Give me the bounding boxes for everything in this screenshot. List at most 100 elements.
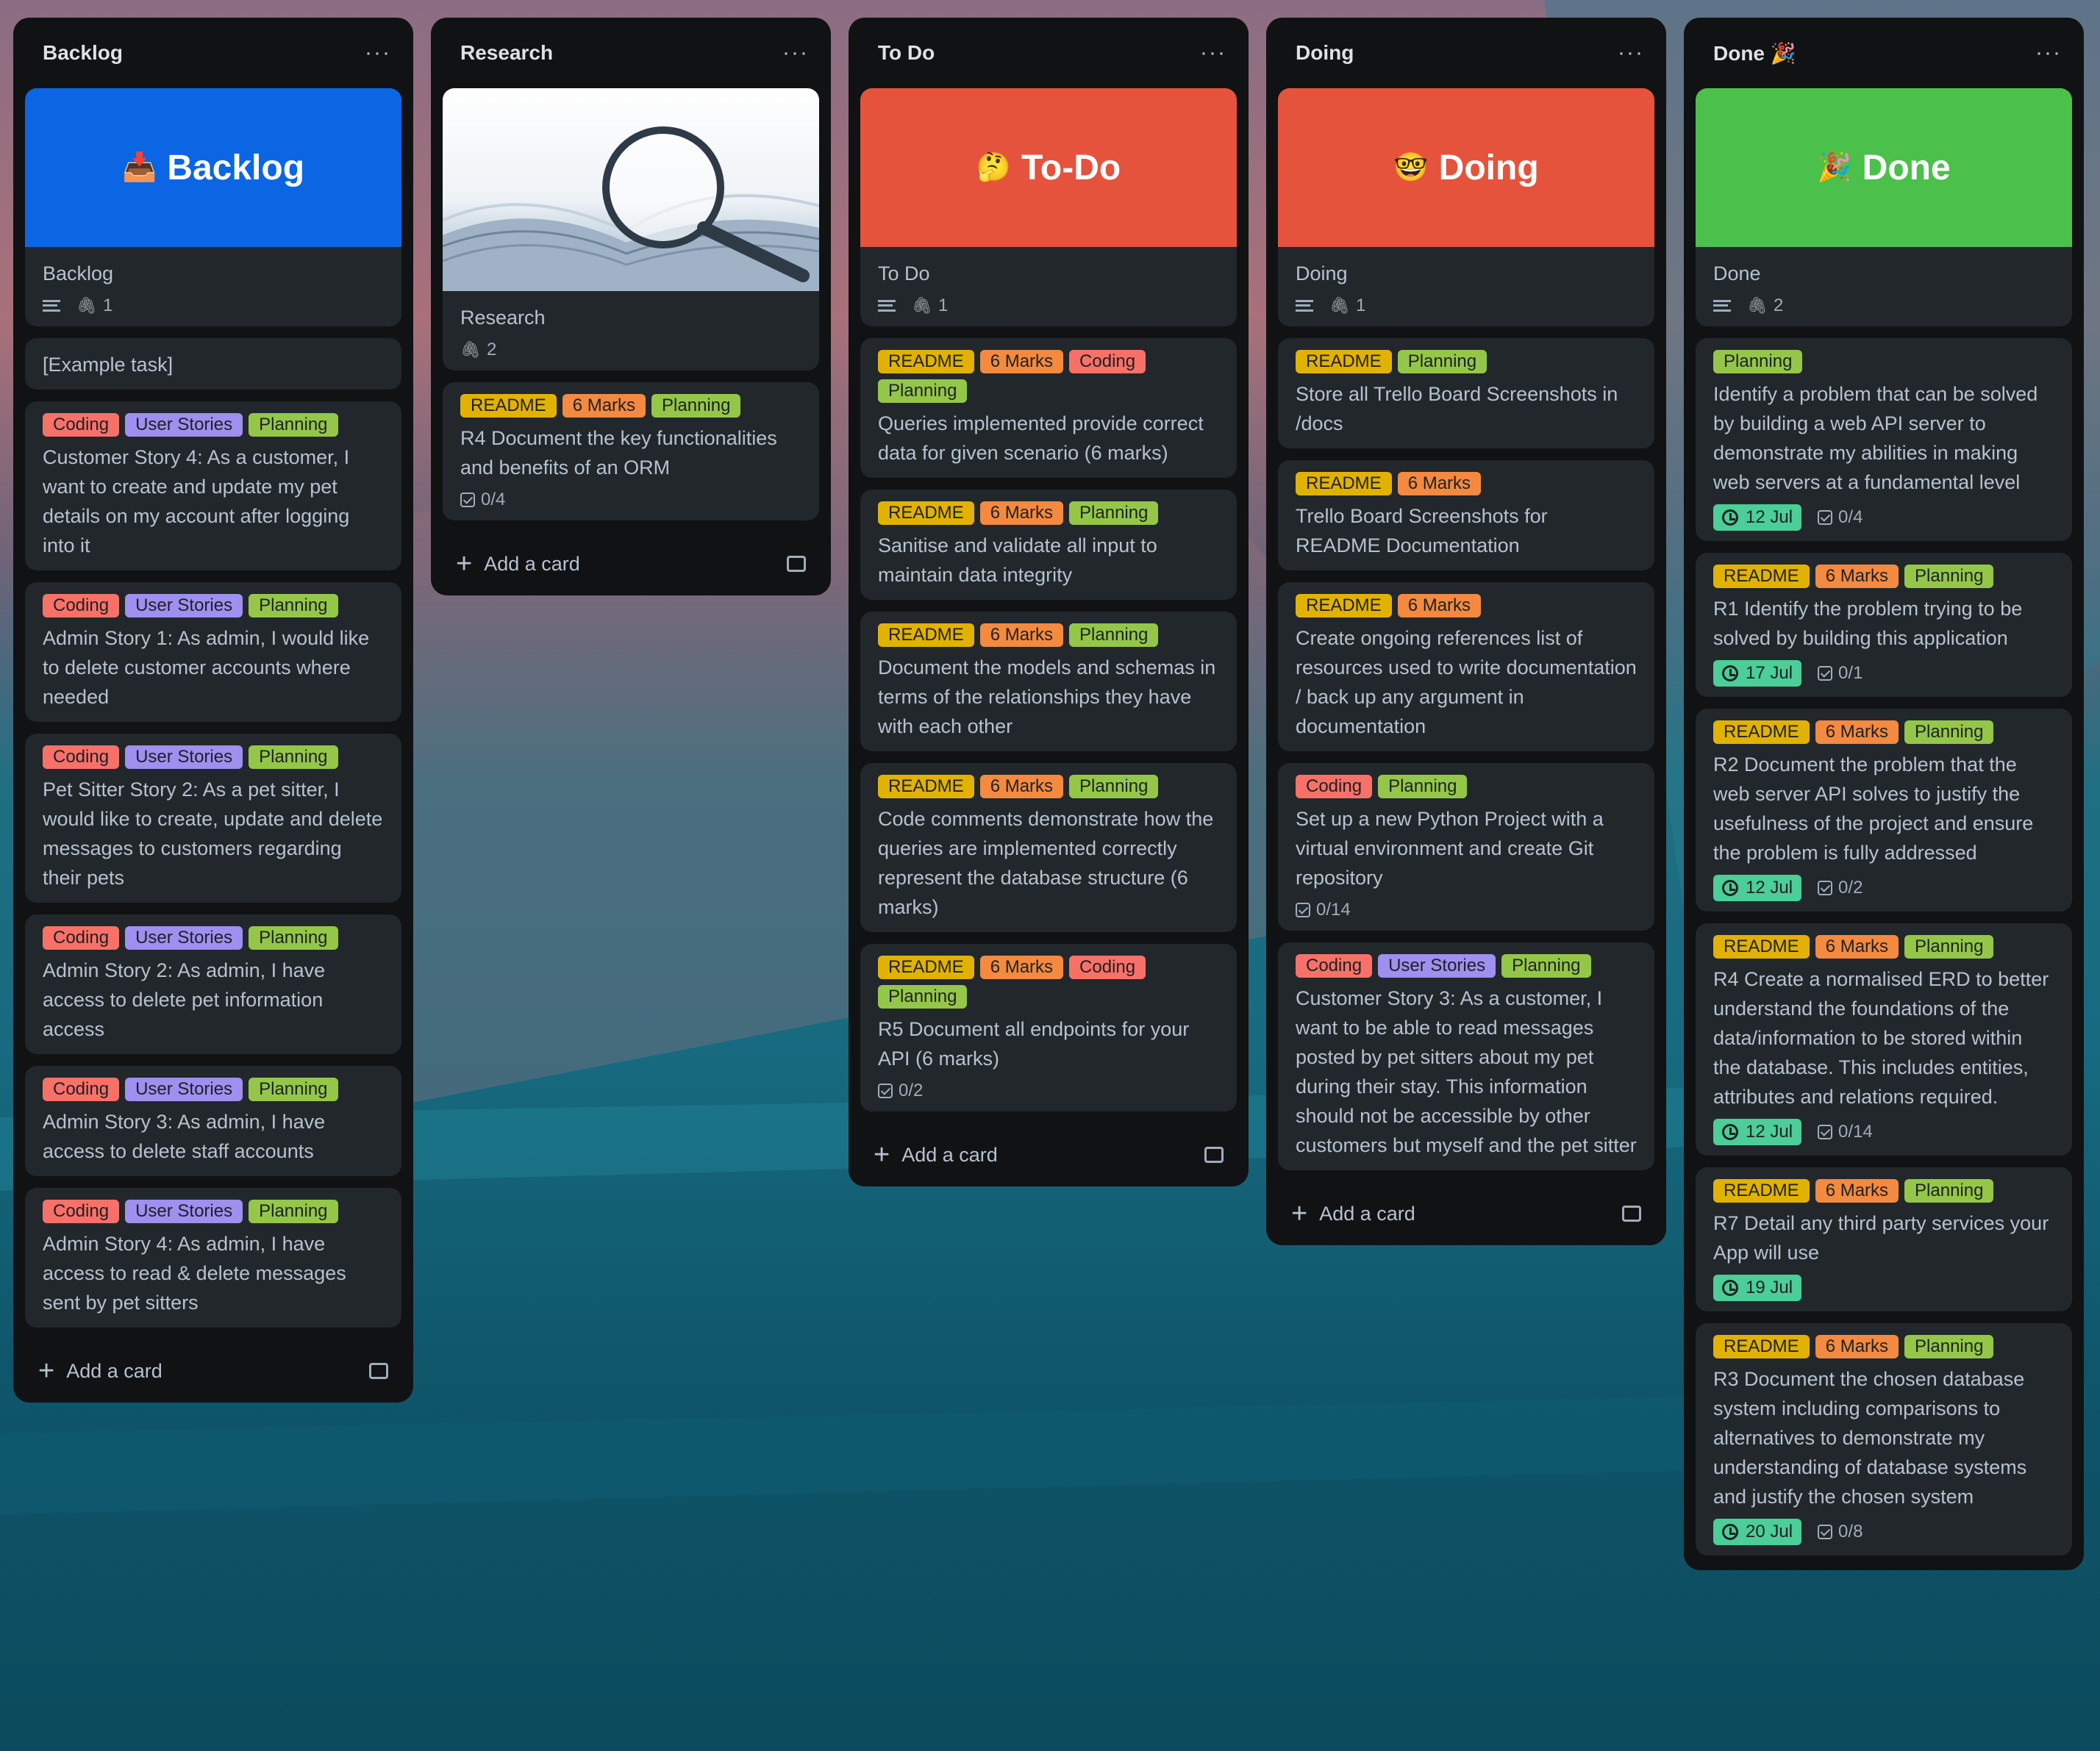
label-readme[interactable]: README — [878, 350, 974, 373]
label-planning[interactable]: Planning — [1378, 775, 1468, 798]
task-card[interactable]: [Example task] — [25, 338, 401, 390]
due-date-badge[interactable]: 12 Jul — [1713, 875, 1802, 901]
label-6-marks[interactable]: 6 Marks — [1397, 472, 1482, 495]
due-date-badge[interactable]: 12 Jul — [1713, 1119, 1802, 1145]
label-readme[interactable]: README — [1296, 350, 1392, 373]
task-card[interactable]: README 6 Marks Planning Sanitise and valida… — [860, 490, 1237, 600]
label-planning[interactable]: Planning — [249, 1200, 338, 1223]
research-card[interactable]: Research 🖇 2 — [443, 88, 819, 370]
label-planning[interactable]: Planning — [249, 594, 338, 617]
label-coding[interactable]: Coding — [43, 1078, 120, 1101]
create-from-template-icon[interactable] — [369, 1363, 388, 1379]
add-card-button[interactable]: + Add a card — [1291, 1200, 1415, 1228]
list-title[interactable]: Research — [460, 41, 553, 65]
task-card[interactable]: README 6 Marks Trello Board Screenshots fo… — [1278, 460, 1654, 570]
task-card[interactable]: Planning Identify a problem that can be s… — [1696, 338, 2072, 541]
list-title[interactable]: Done 🎉 — [1713, 41, 1796, 65]
task-card[interactable]: README 6 Marks Planning R3 Document the cho… — [1696, 1323, 2072, 1555]
label-6-marks[interactable]: 6 Marks — [979, 350, 1064, 373]
label-planning[interactable]: Planning — [249, 745, 338, 769]
label-user-stories[interactable]: User Stories — [125, 926, 243, 950]
label-6-marks[interactable]: 6 Marks — [562, 394, 646, 418]
label-planning[interactable]: Planning — [249, 413, 338, 437]
due-date-badge[interactable]: 19 Jul — [1713, 1275, 1802, 1301]
label-coding[interactable]: Coding — [1069, 956, 1146, 979]
task-card[interactable]: README 6 Marks Coding Planning Queries imple… — [860, 338, 1237, 478]
task-card[interactable]: Coding User Stories Planning Admin Story 4:… — [25, 1188, 401, 1328]
cover-card[interactable]: 🎉 Done Done 🖇 2 — [1696, 88, 2072, 326]
label-coding[interactable]: Coding — [1296, 775, 1373, 798]
task-card[interactable]: Coding User Stories Planning Admin Story 3:… — [25, 1066, 401, 1176]
create-from-template-icon[interactable] — [1204, 1147, 1224, 1163]
due-date-badge[interactable]: 12 Jul — [1713, 504, 1802, 531]
label-coding[interactable]: Coding — [1296, 954, 1373, 978]
add-card-button[interactable]: + Add a card — [874, 1141, 998, 1169]
label-planning[interactable]: Planning — [1069, 775, 1159, 798]
label-6-marks[interactable]: 6 Marks — [1397, 594, 1482, 617]
task-card[interactable]: README Planning Store all Trello Board Scr… — [1278, 338, 1654, 448]
label-coding[interactable]: Coding — [43, 594, 120, 617]
cover-card[interactable]: 🤔 To-Do To Do 🖇 1 — [860, 88, 1237, 326]
cover-card[interactable]: 📥 Backlog Backlog 🖇 1 — [25, 88, 401, 326]
label-6-marks[interactable]: 6 Marks — [1815, 720, 1899, 744]
label-readme[interactable]: README — [878, 623, 974, 647]
task-card[interactable]: README 6 Marks Coding Planning R5 Document a… — [860, 944, 1237, 1111]
task-card[interactable]: Coding User Stories Planning Admin Story 1:… — [25, 582, 401, 722]
list-menu-icon[interactable]: ··· — [365, 42, 391, 64]
label-coding[interactable]: Coding — [43, 745, 120, 769]
label-6-marks[interactable]: 6 Marks — [1815, 1179, 1899, 1203]
due-date-badge[interactable]: 20 Jul — [1713, 1519, 1802, 1545]
add-card-button[interactable]: + Add a card — [38, 1357, 162, 1385]
label-readme[interactable]: README — [878, 956, 974, 979]
label-readme[interactable]: README — [878, 775, 974, 798]
label-coding[interactable]: Coding — [43, 926, 120, 950]
label-coding[interactable]: Coding — [1069, 350, 1146, 373]
label-readme[interactable]: README — [1713, 935, 1810, 959]
task-card[interactable]: README 6 Marks Create ongoing references l… — [1278, 582, 1654, 751]
label-readme[interactable]: README — [460, 394, 557, 418]
label-planning[interactable]: Planning — [249, 1078, 338, 1101]
label-planning[interactable]: Planning — [1904, 935, 1994, 959]
label-6-marks[interactable]: 6 Marks — [1815, 1335, 1899, 1358]
label-user-stories[interactable]: User Stories — [125, 594, 243, 617]
label-user-stories[interactable]: User Stories — [125, 413, 243, 437]
task-card[interactable]: README 6 Marks Planning Document the models… — [860, 612, 1237, 751]
label-planning[interactable]: Planning — [1904, 1179, 1994, 1203]
label-user-stories[interactable]: User Stories — [125, 1078, 243, 1101]
label-readme[interactable]: README — [878, 501, 974, 525]
task-card[interactable]: README 6 Marks Planning R4 Create a normali… — [1696, 923, 2072, 1156]
label-readme[interactable]: README — [1296, 472, 1392, 495]
list-menu-icon[interactable]: ··· — [2035, 42, 2062, 64]
list-title[interactable]: Backlog — [43, 41, 123, 65]
task-card[interactable]: Coding Planning Set up a new Python Projec… — [1278, 763, 1654, 931]
label-user-stories[interactable]: User Stories — [125, 1200, 243, 1223]
label-planning[interactable]: Planning — [249, 926, 338, 950]
task-card[interactable]: README 6 Marks Planning R4 Document the key… — [443, 382, 819, 520]
task-card[interactable]: Coding User Stories Planning Admin Story 2:… — [25, 914, 401, 1054]
create-from-template-icon[interactable] — [1622, 1206, 1641, 1222]
label-planning[interactable]: Planning — [1501, 954, 1591, 978]
label-planning[interactable]: Planning — [1069, 623, 1159, 647]
label-planning[interactable]: Planning — [651, 394, 741, 418]
label-6-marks[interactable]: 6 Marks — [979, 501, 1064, 525]
label-readme[interactable]: README — [1713, 565, 1810, 588]
label-readme[interactable]: README — [1713, 720, 1810, 744]
list-title[interactable]: Doing — [1296, 41, 1354, 65]
label-planning[interactable]: Planning — [1397, 350, 1488, 373]
label-6-marks[interactable]: 6 Marks — [979, 775, 1064, 798]
label-6-marks[interactable]: 6 Marks — [1815, 565, 1899, 588]
label-planning[interactable]: Planning — [878, 985, 968, 1009]
due-date-badge[interactable]: 17 Jul — [1713, 660, 1802, 687]
label-planning[interactable]: Planning — [1904, 565, 1994, 588]
label-readme[interactable]: README — [1713, 1179, 1810, 1203]
list-title[interactable]: To Do — [878, 41, 935, 65]
label-6-marks[interactable]: 6 Marks — [979, 623, 1064, 647]
list-menu-icon[interactable]: ··· — [782, 42, 809, 64]
label-planning[interactable]: Planning — [878, 379, 968, 403]
label-coding[interactable]: Coding — [43, 413, 120, 437]
label-planning[interactable]: Planning — [1904, 720, 1994, 744]
label-coding[interactable]: Coding — [43, 1200, 120, 1223]
add-card-button[interactable]: + Add a card — [456, 550, 580, 578]
label-planning[interactable]: Planning — [1069, 501, 1159, 525]
label-readme[interactable]: README — [1713, 1335, 1810, 1358]
